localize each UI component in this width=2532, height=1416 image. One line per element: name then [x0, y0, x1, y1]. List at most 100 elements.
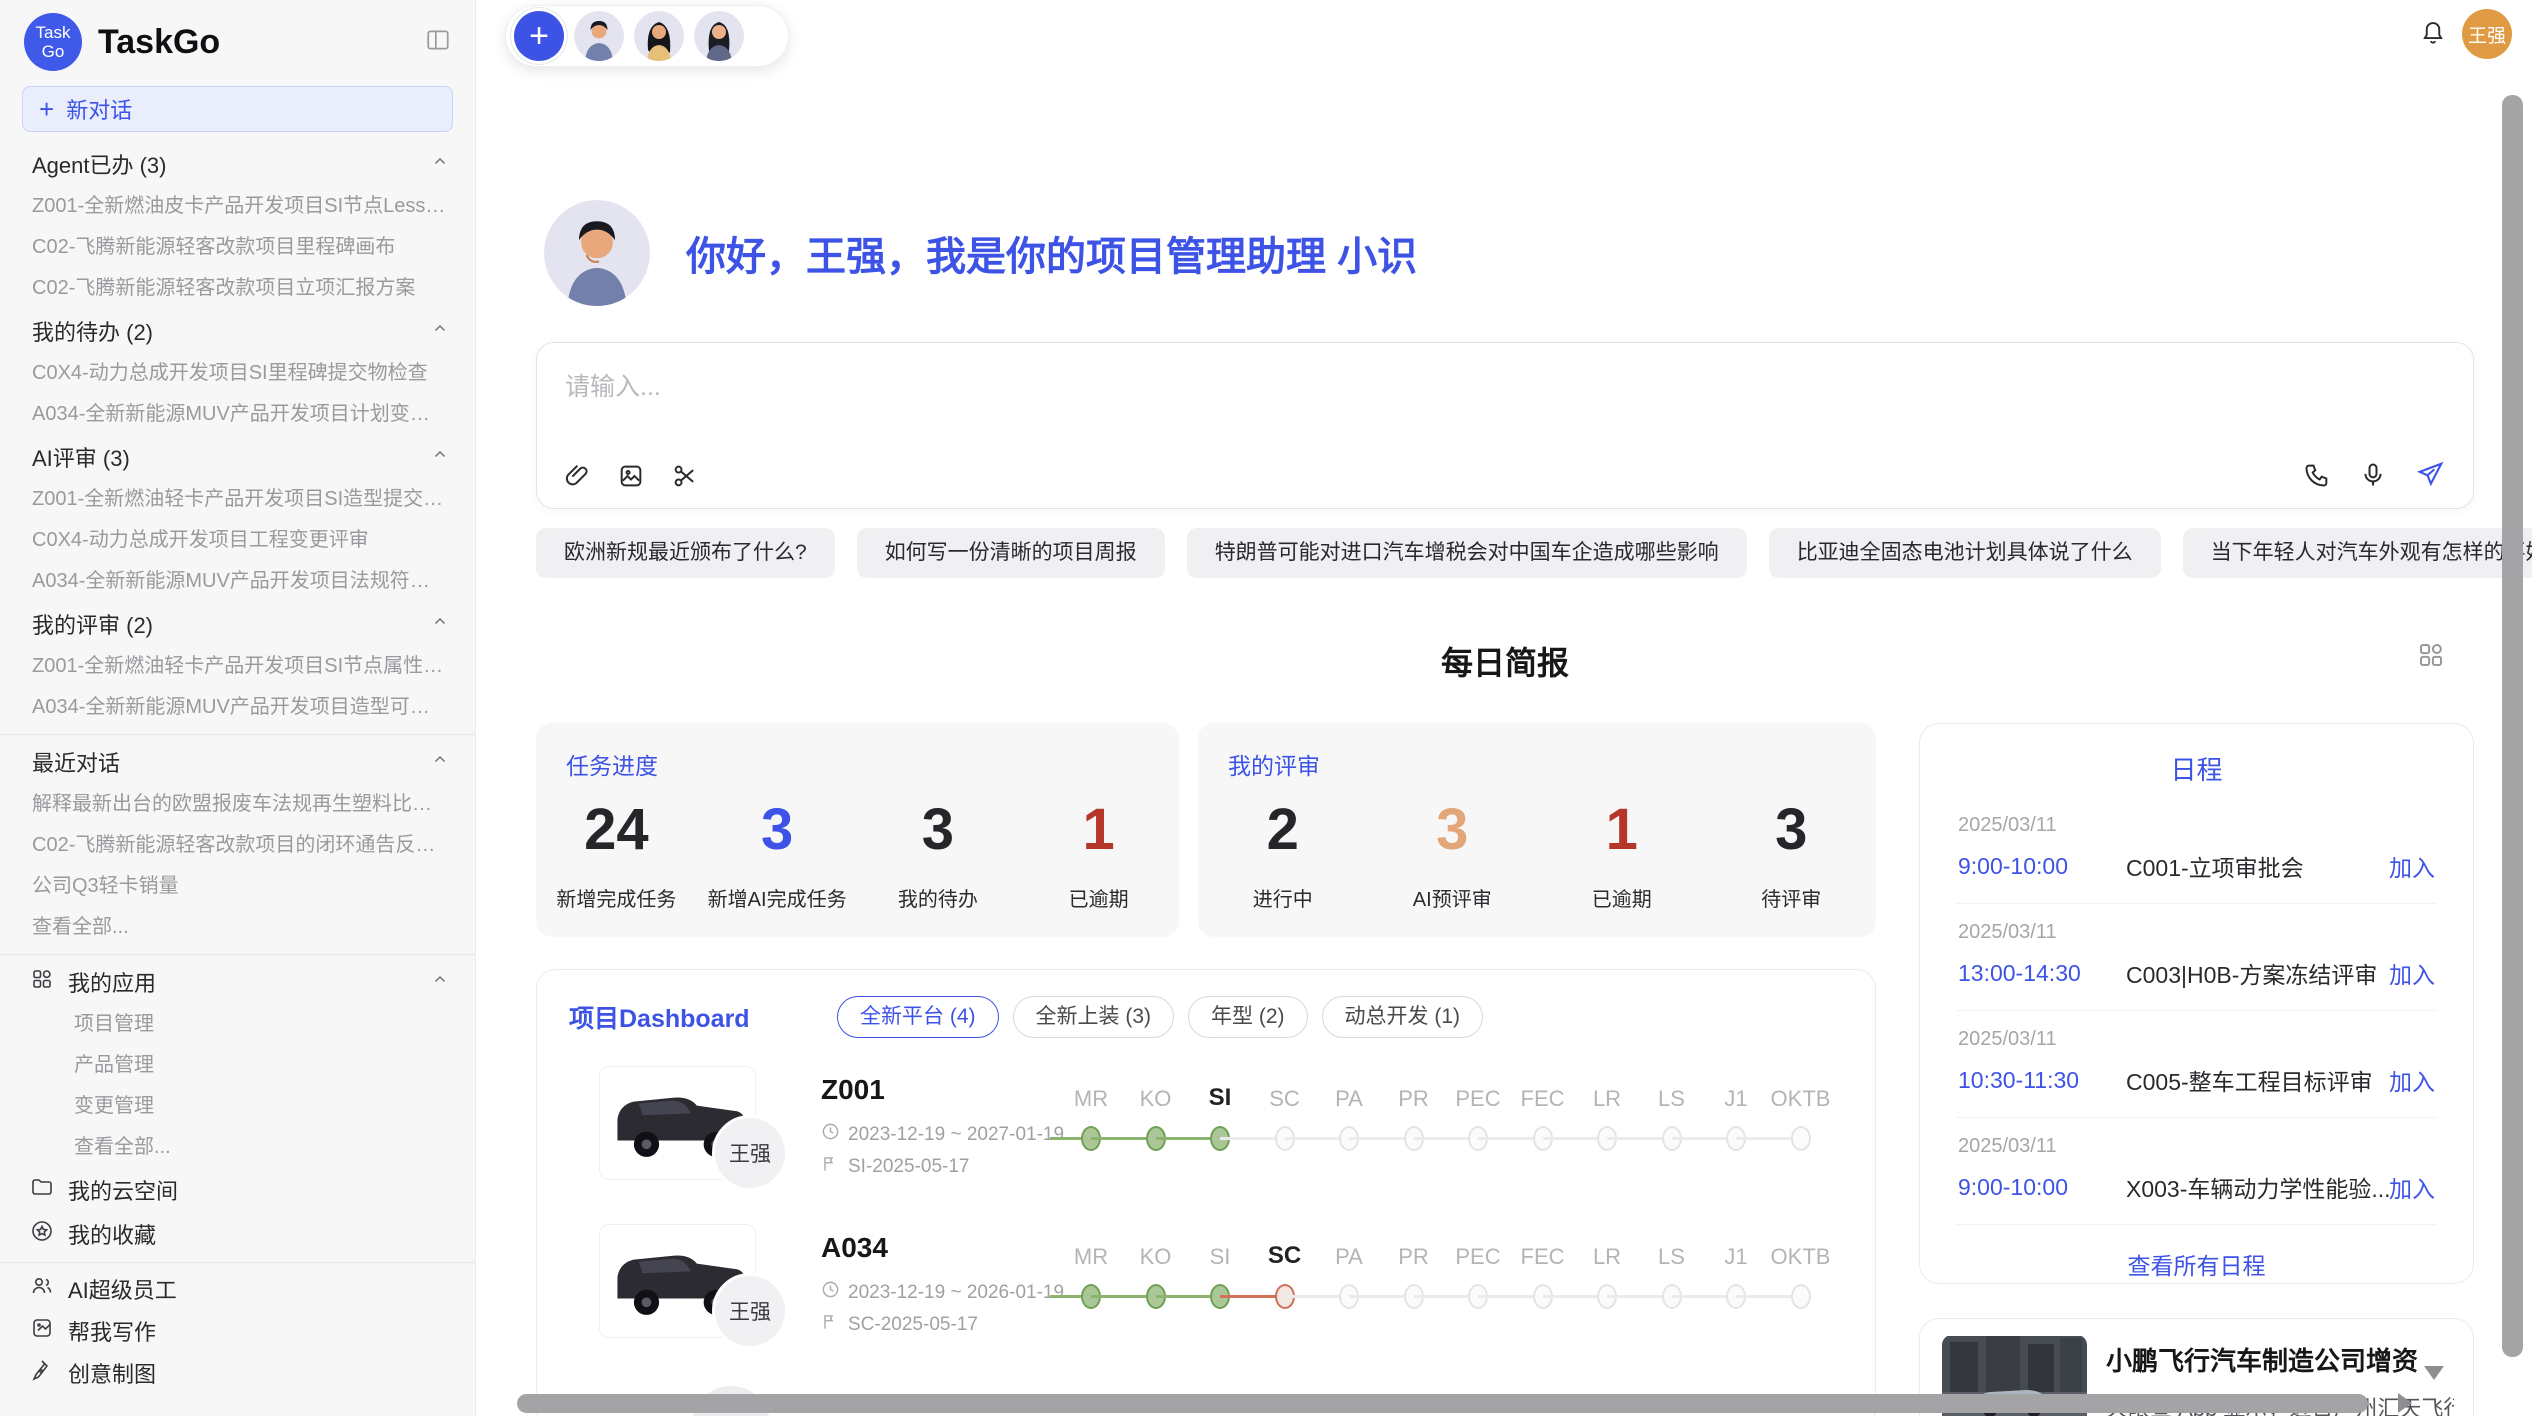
- dashboard-header: 项目Dashboard 全新平台 (4) 全新上装 (3) 年型 (2) 动总开…: [537, 970, 1875, 1038]
- suggestion-chip[interactable]: 比亚迪全固态电池计划具体说了什么: [1769, 528, 2161, 578]
- microphone-icon[interactable]: [2359, 461, 2387, 489]
- tab-new-platform[interactable]: 全新平台 (4): [837, 996, 999, 1038]
- stat-label: AI预评审: [1413, 883, 1492, 912]
- contact-avatar[interactable]: [694, 11, 744, 61]
- sidebar-item[interactable]: A034-全新新能源MUV产品开发项目计划变更表编写: [0, 394, 475, 435]
- suggestion-chip[interactable]: 欧洲新规最近颁布了什么?: [536, 528, 835, 578]
- view-all-schedule-link[interactable]: 查看所有日程: [1956, 1247, 2437, 1281]
- suggestion-chip[interactable]: 当下年轻人对汽车外观有怎样的喜好趋势: [2183, 528, 2532, 578]
- send-icon[interactable]: [2415, 460, 2445, 490]
- suggestion-chip[interactable]: 特朗普可能对进口汽车增税会对中国车企造成哪些影响: [1187, 528, 1747, 578]
- briefing-layout-icon[interactable]: [2416, 640, 2446, 675]
- sidebar-item-project-mgmt[interactable]: 项目管理: [0, 1004, 475, 1045]
- contact-avatar[interactable]: [634, 11, 684, 61]
- sidebar-item-cloud-space[interactable]: 我的云空间: [0, 1168, 475, 1212]
- dashboard-tabs: 全新平台 (4) 全新上装 (3) 年型 (2) 动总开发 (1): [837, 996, 1483, 1038]
- schedule-date: 2025/03/11: [1958, 1135, 2435, 1158]
- join-link[interactable]: 加入: [2389, 956, 2435, 990]
- milestone-label: PR: [1382, 1086, 1446, 1112]
- stat-value: 3: [922, 796, 954, 863]
- project-row[interactable]: 王强 Z001 2023-12-19 ~ 2027-01-19 SI-2025-…: [537, 1038, 1875, 1196]
- sidebar-item-favorites[interactable]: 我的收藏: [0, 1212, 475, 1256]
- section-header-my-todo[interactable]: 我的待办 (2): [0, 309, 475, 353]
- image-icon[interactable]: [617, 462, 645, 490]
- suggestion-chip[interactable]: 如何写一份清晰的项目周报: [857, 528, 1165, 578]
- sidebar-item[interactable]: Z001-全新燃油轻卡产品开发项目SI造型提交物评审: [0, 479, 475, 520]
- contact-avatar[interactable]: [574, 11, 624, 61]
- clock-icon: [821, 1122, 840, 1147]
- scroll-right-arrow-icon[interactable]: [2398, 1393, 2412, 1413]
- sidebar-item-my-apps[interactable]: 我的应用: [0, 960, 475, 1004]
- section-header-my-review[interactable]: 我的评审 (2): [0, 602, 475, 646]
- sidebar-item[interactable]: A034-全新新能源MUV产品开发项目造型可行性评审: [0, 687, 475, 728]
- sidebar-item[interactable]: C0X4-动力总成开发项目SI里程碑提交物检查: [0, 353, 475, 394]
- stat: 3AI预评审: [1368, 781, 1538, 927]
- sidebar-item-product-mgmt[interactable]: 产品管理: [0, 1045, 475, 1086]
- apps-grid-icon: [30, 967, 54, 997]
- schedule-time: 13:00-14:30: [1958, 960, 2126, 987]
- scissors-icon[interactable]: [671, 462, 699, 490]
- schedule-item: 2025/03/11 13:00-14:30 C003|H0B-方案冻结评审 加…: [1956, 904, 2437, 1011]
- stat-value: 24: [584, 796, 649, 863]
- milestone-label: PEC: [1446, 1086, 1510, 1112]
- milestone-label: PA: [1317, 1086, 1381, 1112]
- recent-chat-item[interactable]: 解释最新出台的欧盟报废车法规再生塑料比例被调至15%...: [0, 784, 475, 825]
- add-contact-button[interactable]: +: [514, 11, 564, 61]
- card-title: 任务进度: [566, 747, 658, 781]
- task-progress-card: 任务进度 24新增完成任务 3新增AI完成任务 3我的待办 1已逾期: [536, 723, 1179, 937]
- milestone-label: FEC: [1511, 1244, 1575, 1270]
- tab-new-body[interactable]: 全新上装 (3): [1013, 996, 1175, 1038]
- join-link[interactable]: 加入: [2389, 1170, 2435, 1204]
- user-avatar[interactable]: 王强: [2462, 9, 2512, 59]
- stat: 1已逾期: [1537, 781, 1707, 927]
- sidebar-item-help-write[interactable]: 帮我写作: [0, 1310, 475, 1352]
- chat-input[interactable]: [563, 365, 2267, 433]
- clock-icon: [821, 1280, 840, 1305]
- recent-chat-item[interactable]: 公司Q3轻卡销量: [0, 866, 475, 907]
- stat-row: 24新增完成任务 3新增AI完成任务 3我的待办 1已逾期: [536, 781, 1179, 927]
- stat-label: 已逾期: [1069, 883, 1129, 912]
- project-row[interactable]: 王强 A034 2023-12-19 ~ 2026-01-19 SC-2025-…: [537, 1196, 1875, 1354]
- section-header-ai-review[interactable]: AI评审 (3): [0, 435, 475, 479]
- schedule-item: 2025/03/11 9:00-10:00 C001-立项审批会 加入: [1956, 797, 2437, 904]
- stat: 1已逾期: [1018, 781, 1179, 927]
- notification-bell-icon[interactable]: [2418, 18, 2448, 53]
- join-link[interactable]: 加入: [2389, 1063, 2435, 1097]
- attachment-icon[interactable]: [563, 462, 591, 490]
- phone-icon[interactable]: [2303, 461, 2331, 489]
- section-header-agent-done[interactable]: Agent已办 (3): [0, 142, 475, 186]
- stat-value: 3: [761, 796, 793, 863]
- schedule-event-title: C005-整车工程目标评审: [2126, 1063, 2389, 1097]
- sidebar-item-ai-super-staff[interactable]: AI超级员工: [0, 1268, 475, 1310]
- sidebar-item[interactable]: C02-飞腾新能源轻客改款项目里程碑画布: [0, 227, 475, 268]
- sidebar-item[interactable]: Z001-全新燃油轻卡产品开发项目SI节点属性5D文件评审: [0, 646, 475, 687]
- sidebar-item[interactable]: Z001-全新燃油皮卡产品开发项目SI节点Lesson Learn报告: [0, 186, 475, 227]
- join-link[interactable]: 加入: [2389, 849, 2435, 883]
- apps-view-all[interactable]: 查看全部...: [0, 1127, 475, 1168]
- tab-year-model[interactable]: 年型 (2): [1188, 996, 1308, 1038]
- sidebar-item[interactable]: A034-全新新能源MUV产品开发项目法规符合性评审: [0, 561, 475, 602]
- ai-super-staff-label: AI超级员工: [68, 1273, 177, 1305]
- new-chat-button[interactable]: + 新对话: [22, 86, 453, 132]
- my-apps-label: 我的应用: [68, 966, 156, 998]
- chevron-up-icon: [431, 318, 449, 344]
- milestone-label: LS: [1640, 1244, 1704, 1270]
- tab-powertrain[interactable]: 动总开发 (1): [1322, 996, 1484, 1038]
- app-title: TaskGo: [98, 23, 220, 62]
- project-dates: 2023-12-19 ~ 2027-01-19: [821, 1122, 1064, 1147]
- sidebar-collapse-button[interactable]: [425, 27, 451, 58]
- logo-row: Task Go TaskGo: [0, 10, 475, 74]
- recent-view-all[interactable]: 查看全部...: [0, 907, 475, 948]
- schedule-time: 9:00-10:00: [1958, 853, 2126, 880]
- scroll-down-arrow-icon[interactable]: [2424, 1366, 2444, 1380]
- sidebar-item[interactable]: C0X4-动力总成开发项目工程变更评审: [0, 520, 475, 561]
- recent-chat-item[interactable]: C02-飞腾新能源轻客改款项目的闭环通告反馈情况: [0, 825, 475, 866]
- vertical-scrollbar[interactable]: [2502, 95, 2523, 1357]
- sidebar-item[interactable]: C02-飞腾新能源轻客改款项目立项汇报方案: [0, 268, 475, 309]
- sidebar-item-creative-draw[interactable]: 创意制图: [0, 1352, 475, 1394]
- sidebar-item-change-mgmt[interactable]: 变更管理: [0, 1086, 475, 1127]
- horizontal-scrollbar[interactable]: [517, 1394, 2368, 1413]
- section-header-recent-chats[interactable]: 最近对话: [0, 740, 475, 784]
- section-title: AI评审 (3): [32, 441, 130, 473]
- schedule-row: 9:00-10:00 C001-立项审批会 加入: [1958, 849, 2435, 883]
